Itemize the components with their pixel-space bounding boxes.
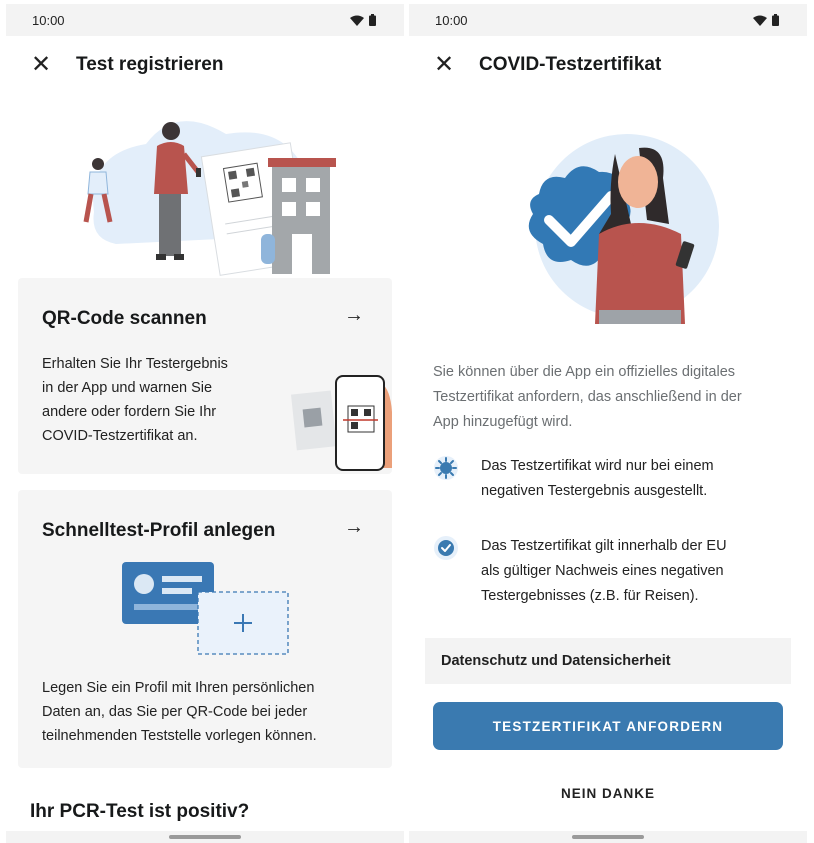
status-bar: 10:00 [6,4,404,36]
request-certificate-button[interactable]: TESTZERTIFIKAT ANFORDERN [433,702,783,750]
qr-card-text: Erhalten Sie Ihr Testergebnis in der App… [42,356,228,444]
page-title: COVID-Testzertifikat [479,54,662,75]
virus-icon [434,456,458,480]
profile-card-text: Legen Sie ein Profil mit Ihren persönlic… [42,680,317,744]
wifi-icon [350,15,364,26]
illustration-people-building [83,121,336,276]
bullet-text: Das Testzertifikat gilt innerhalb der EU… [481,538,727,604]
phone-scanning-qr-icon [290,375,392,471]
close-icon[interactable]: ✕ [30,53,52,77]
home-handle[interactable] [169,835,241,839]
app-bar: ✕ COVID-Testzertifikat [409,36,807,94]
test-register-illustration [6,94,404,284]
status-bar: 10:00 [409,4,807,36]
bullet-negative-result: Das Testzertifikat wird nur bei einem ne… [433,454,793,504]
wifi-icon [753,15,767,26]
pcr-positive-heading: Ihr PCR-Test ist positiv? [30,801,250,822]
close-icon[interactable]: ✕ [433,53,455,77]
verified-badge-icon [434,536,458,560]
arrow-right-icon: → [344,516,364,538]
certificate-illustration [528,134,719,324]
qr-code-scan-card[interactable]: QR-Code scannen → Erhalten Sie Ihr Teste… [18,278,392,474]
home-handle[interactable] [572,835,644,839]
arrow-right-icon: → [344,304,364,326]
bullet-text: Das Testzertifikat wird nur bei einem ne… [481,458,714,499]
status-time: 10:00 [435,12,468,28]
profile-id-card-icon [122,562,289,655]
test-register-screen: 10:00 ✕ Test registrieren QR-Code scanne… [6,4,404,843]
page-title: Test registrieren [76,54,224,75]
qr-card-title: QR-Code scannen [42,308,207,329]
certificate-intro-text: Sie können über die App ein offizielles … [433,364,742,430]
status-time: 10:00 [32,12,65,28]
profile-card-title: Schnelltest-Profil anlegen [42,520,276,541]
battery-icon [369,14,376,26]
no-thanks-button[interactable]: NEIN DANKE [433,780,783,806]
privacy-link[interactable]: Datenschutz und Datensicherheit [425,638,791,684]
app-bar: ✕ Test registrieren [6,36,404,94]
battery-icon [772,14,779,26]
bullet-eu-validity: Das Testzertifikat gilt innerhalb der EU… [433,534,793,609]
rapid-test-profile-card[interactable]: Schnelltest-Profil anlegen → Legen Sie e… [18,490,392,768]
test-certificate-screen: 10:00 ✕ COVID-Testzertifikat Sie können … [409,4,807,843]
navigation-bar [409,831,807,843]
navigation-bar [6,831,404,843]
